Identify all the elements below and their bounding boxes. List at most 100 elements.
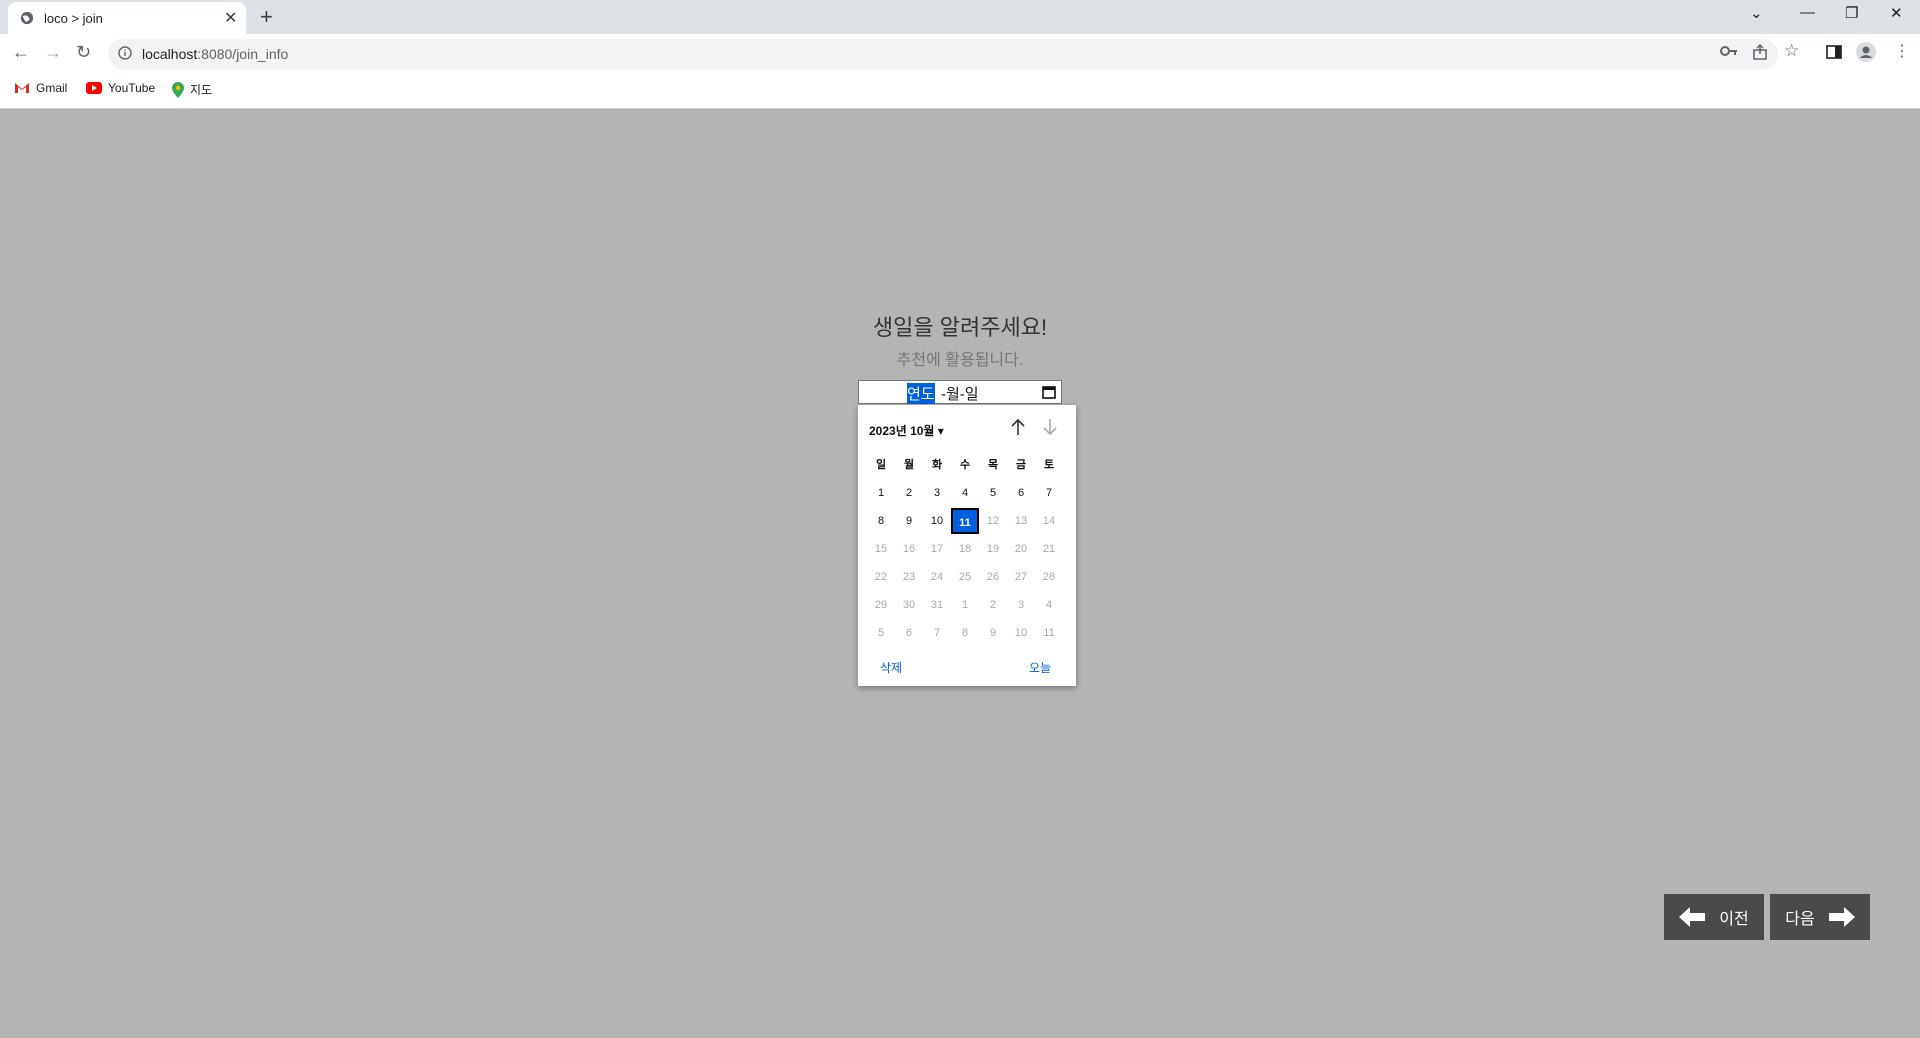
calendar-day[interactable]: 2 bbox=[979, 592, 1007, 618]
new-tab-button[interactable]: + bbox=[260, 4, 273, 30]
bookmark-gmail[interactable]: Gmail bbox=[14, 81, 67, 95]
share-icon[interactable] bbox=[1752, 44, 1768, 60]
calendar-day[interactable]: 4 bbox=[1035, 592, 1063, 618]
calendar-week-row: 5 6 7 8 9 10 11 bbox=[867, 620, 1064, 648]
calendar-grid: 일월화수목금토 1 2 3 4 5 6 7 8 9 10 11 12 13 14 15 16 17 18 19 20 2… bbox=[867, 452, 1064, 648]
bookmark-youtube[interactable]: YouTube bbox=[86, 81, 155, 95]
bookmark-maps[interactable]: 지도 bbox=[172, 81, 212, 98]
next-label: 다음 bbox=[1785, 911, 1815, 928]
calendar-day[interactable]: 20 bbox=[1007, 536, 1035, 562]
toolbar: ← → ↻ localhost:8080/join_info ☆ ⋮ bbox=[0, 34, 1920, 76]
weekday-label: 금 bbox=[1015, 459, 1027, 471]
month-day-segments[interactable]: -월-일 bbox=[941, 383, 979, 404]
arrow-left-icon bbox=[1679, 907, 1706, 927]
calendar-week-row: 22 23 24 25 26 27 28 bbox=[867, 564, 1064, 592]
calendar-day[interactable]: 9 bbox=[895, 508, 923, 534]
youtube-icon bbox=[86, 82, 102, 94]
calendar-day[interactable]: 18 bbox=[951, 536, 979, 562]
calendar-day[interactable]: 22 bbox=[867, 564, 895, 590]
calendar-day[interactable]: 30 bbox=[895, 592, 923, 618]
tab-search-icon[interactable]: ⌄ bbox=[1750, 4, 1763, 22]
calendar-day[interactable]: 25 bbox=[951, 564, 979, 590]
tab-title: loco > join bbox=[44, 11, 103, 26]
year-segment[interactable]: 연도 bbox=[907, 383, 935, 404]
calendar-day[interactable]: 28 bbox=[1035, 564, 1063, 590]
back-button[interactable]: ← bbox=[12, 42, 30, 63]
side-panel-icon[interactable] bbox=[1826, 44, 1842, 60]
calendar-day[interactable]: 5 bbox=[979, 480, 1007, 506]
calendar-day[interactable]: 3 bbox=[923, 480, 951, 506]
month-year-dropdown[interactable]: 2023년 10월 ▾ bbox=[869, 422, 944, 439]
calendar-day[interactable]: 27 bbox=[1007, 564, 1035, 590]
calendar-day[interactable]: 1 bbox=[951, 592, 979, 618]
next-button[interactable]: 다음 bbox=[1770, 894, 1870, 940]
weekday-label: 화 bbox=[931, 459, 943, 471]
star-icon[interactable]: ☆ bbox=[1784, 41, 1799, 61]
bookmark-label: YouTube bbox=[108, 81, 156, 95]
calendar-day[interactable]: 7 bbox=[1035, 480, 1063, 506]
close-window-button[interactable]: ✕ bbox=[1890, 4, 1903, 22]
calendar-day[interactable]: 15 bbox=[867, 536, 895, 562]
info-icon[interactable] bbox=[118, 46, 132, 60]
calendar-day[interactable]: 10 bbox=[1007, 620, 1035, 646]
calendar-day[interactable]: 26 bbox=[979, 564, 1007, 590]
weekday-label: 목 bbox=[987, 459, 999, 471]
weekday-label: 일 bbox=[875, 459, 887, 471]
weekday-header: 일월화수목금토 bbox=[867, 452, 1064, 480]
calendar-day[interactable]: 10 bbox=[923, 508, 951, 534]
profile-avatar-icon[interactable] bbox=[1856, 42, 1876, 62]
calendar-week-row: 8 9 10 11 12 13 14 bbox=[867, 508, 1064, 536]
calendar-day[interactable]: 4 bbox=[951, 480, 979, 506]
page-subtitle: 추천에 활용됩니다. bbox=[896, 352, 1024, 369]
close-tab-icon[interactable]: ✕ bbox=[224, 8, 237, 28]
calendar-day[interactable]: 24 bbox=[923, 564, 951, 590]
calendar-day[interactable]: 11 bbox=[1035, 620, 1063, 646]
calendar-day[interactable]: 12 bbox=[979, 508, 1007, 534]
bookmark-label: 지도 bbox=[190, 83, 213, 97]
clear-button[interactable]: 삭제 bbox=[880, 659, 902, 676]
weekday-label: 수 bbox=[959, 459, 971, 471]
calendar-day[interactable]: 31 bbox=[923, 592, 951, 618]
calendar-day[interactable]: 19 bbox=[979, 536, 1007, 562]
calendar-day[interactable]: 9 bbox=[979, 620, 1007, 646]
birthday-date-input[interactable]: 연도 -월-일 bbox=[858, 380, 1062, 404]
calendar-day[interactable]: 13 bbox=[1007, 508, 1035, 534]
reload-button[interactable]: ↻ bbox=[76, 42, 91, 63]
calendar-day[interactable]: 21 bbox=[1035, 536, 1063, 562]
bookmarks-bar: Gmail YouTube 지도 bbox=[0, 76, 1920, 109]
arrow-right-icon bbox=[1828, 907, 1855, 927]
calendar-day[interactable]: 5 bbox=[867, 620, 895, 646]
calendar-day[interactable]: 8 bbox=[951, 620, 979, 646]
tab-loco-join[interactable]: loco > join ✕ bbox=[8, 2, 246, 34]
calendar-week-row: 1234567 bbox=[867, 480, 1064, 508]
calendar-day[interactable]: 17 bbox=[923, 536, 951, 562]
maximize-button[interactable]: ❐ bbox=[1845, 4, 1858, 22]
arrow-up-icon[interactable] bbox=[1010, 418, 1026, 436]
url-text[interactable]: localhost:8080/join_info bbox=[142, 46, 288, 62]
browser-chrome: loco > join ✕ + ⌄ — ❐ ✕ ← → ↻ localhost:… bbox=[0, 0, 1920, 109]
calendar-day[interactable]: 2 bbox=[895, 480, 923, 506]
calendar-day[interactable]: 6 bbox=[1007, 480, 1035, 506]
minimize-button[interactable]: — bbox=[1800, 4, 1815, 21]
calendar-day[interactable]: 29 bbox=[867, 592, 895, 618]
forward-button[interactable]: → bbox=[44, 42, 62, 63]
calendar-icon[interactable] bbox=[1042, 385, 1056, 399]
bookmark-label: Gmail bbox=[36, 81, 68, 95]
arrow-down-icon[interactable] bbox=[1042, 418, 1058, 436]
today-button[interactable]: 오늘 bbox=[1029, 659, 1051, 676]
maps-icon bbox=[172, 81, 184, 98]
calendar-day[interactable]: 3 bbox=[1007, 592, 1035, 618]
calendar-day[interactable]: 14 bbox=[1035, 508, 1063, 534]
key-icon[interactable] bbox=[1720, 44, 1738, 58]
prev-button[interactable]: 이전 bbox=[1664, 894, 1764, 940]
calendar-day[interactable]: 16 bbox=[895, 536, 923, 562]
calendar-day[interactable]: 8 bbox=[867, 508, 895, 534]
address-bar[interactable]: localhost:8080/join_info bbox=[108, 39, 1778, 69]
calendar-day[interactable]: 6 bbox=[895, 620, 923, 646]
calendar-day[interactable]: 7 bbox=[923, 620, 951, 646]
menu-kebab-icon[interactable]: ⋮ bbox=[1894, 41, 1910, 61]
weekday-label: 토 bbox=[1043, 459, 1055, 471]
calendar-day[interactable]: 11 bbox=[951, 508, 979, 534]
calendar-day[interactable]: 1 bbox=[867, 480, 895, 506]
calendar-day[interactable]: 23 bbox=[895, 564, 923, 590]
